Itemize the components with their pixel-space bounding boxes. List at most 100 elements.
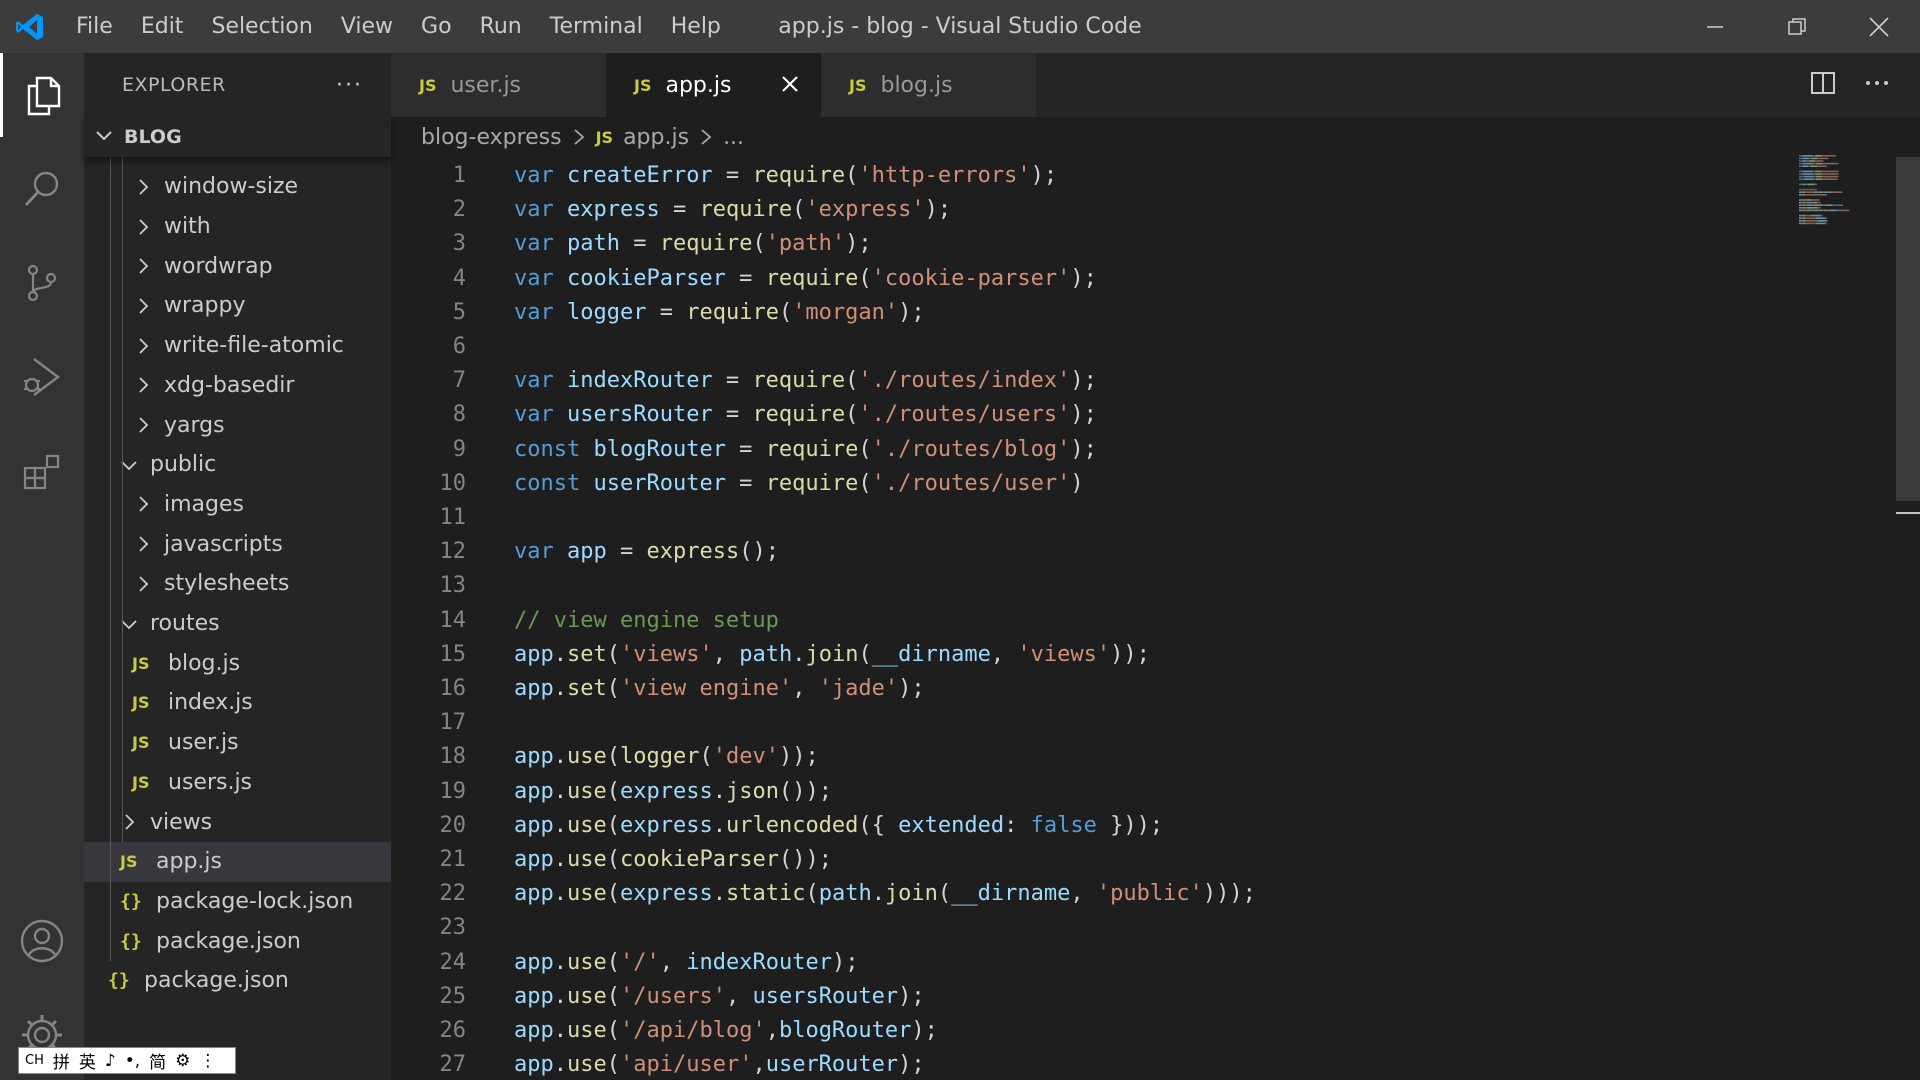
- tree-file[interactable]: JS app.js: [84, 841, 391, 882]
- tree-item-label: xdg-basedir: [164, 372, 295, 398]
- code-text: app.use(cookieParser());: [514, 847, 832, 872]
- code-line[interactable]: 19 app.use(express.json());: [391, 775, 1791, 809]
- tree-folder[interactable]: views: [84, 802, 391, 842]
- ime-more[interactable]: ⋮: [199, 1051, 216, 1071]
- explorer-sidebar: EXPLORER ··· BLOG window-size with wordwra…: [84, 53, 391, 1080]
- restore-button[interactable]: [1756, 0, 1838, 53]
- tree-folder[interactable]: write-file-atomic: [84, 326, 391, 366]
- code-line[interactable]: 13: [391, 569, 1791, 603]
- code-line[interactable]: 20 app.use(express.urlencoded({ extended:…: [391, 809, 1791, 843]
- code-line[interactable]: 17: [391, 706, 1791, 740]
- code-line[interactable]: 3 var path = require('path');: [391, 227, 1791, 261]
- close-tab-button[interactable]: [777, 71, 803, 97]
- breadcrumb-file[interactable]: app.js: [623, 125, 689, 150]
- indent-guide: [110, 157, 111, 961]
- js-file-icon: JS: [132, 733, 150, 753]
- tree-file[interactable]: {} package.json: [84, 921, 391, 961]
- menu-edit[interactable]: Edit: [127, 0, 198, 53]
- tree-folder[interactable]: with: [84, 207, 391, 247]
- menu-selection[interactable]: Selection: [197, 0, 326, 53]
- code-text: var indexRouter = require('./routes/inde…: [514, 368, 1097, 394]
- more-actions-button[interactable]: ···: [336, 73, 363, 98]
- code-line[interactable]: 26 app.use('/api/blog',blogRouter);: [391, 1014, 1791, 1048]
- source-control-button[interactable]: [0, 241, 84, 325]
- tree-folder[interactable]: public: [84, 445, 391, 485]
- code-line[interactable]: 12 var app = express();: [391, 535, 1791, 569]
- breadcrumb-folder[interactable]: blog-express: [421, 125, 562, 150]
- run-debug-button[interactable]: [0, 335, 84, 419]
- tree-folder[interactable]: routes: [84, 604, 391, 644]
- tree-folder[interactable]: wrappy: [84, 286, 391, 326]
- code-line[interactable]: 8 var usersRouter = require('./routes/use…: [391, 398, 1791, 432]
- tree-file[interactable]: {} package.json: [84, 961, 391, 1001]
- menu-view[interactable]: View: [327, 0, 407, 53]
- editor-actions: [1810, 53, 1920, 117]
- code-line[interactable]: 10 const userRouter = require('./routes/u…: [391, 467, 1791, 501]
- minimize-button[interactable]: [1674, 0, 1756, 53]
- tree-folder[interactable]: stylesheets: [84, 564, 391, 604]
- tree-file[interactable]: {} package-lock.json: [84, 882, 391, 922]
- line-number: 4: [452, 265, 466, 291]
- tree-folder[interactable]: yargs: [84, 405, 391, 445]
- ime-lang[interactable]: CH: [25, 1053, 44, 1068]
- tree-file[interactable]: JS user.js: [84, 723, 391, 763]
- breadcrumb-symbol[interactable]: ...: [723, 125, 744, 150]
- ime-punct[interactable]: •,: [125, 1051, 140, 1071]
- code-line[interactable]: 2 var express = require('express');: [391, 193, 1791, 227]
- workspace-section-header[interactable]: BLOG: [84, 117, 391, 157]
- code-line[interactable]: 27 app.use('api/user',userRouter);: [391, 1048, 1791, 1080]
- tree-folder[interactable]: xdg-basedir: [84, 366, 391, 406]
- ime-mode[interactable]: 拼: [53, 1048, 70, 1073]
- editor-more-button[interactable]: [1864, 70, 1890, 100]
- tree-folder[interactable]: wordwrap: [84, 246, 391, 286]
- accounts-button[interactable]: [0, 899, 84, 983]
- tree-item-label: javascripts: [164, 531, 283, 557]
- menu-go[interactable]: Go: [407, 0, 466, 53]
- tab-blog-js[interactable]: JS blog.js: [821, 53, 1036, 117]
- code-line[interactable]: 22 app.use(express.static(path.join(__dir…: [391, 877, 1791, 911]
- tree-folder[interactable]: window-size: [84, 167, 391, 207]
- code-line[interactable]: 1 var createError = require('http-errors'…: [391, 159, 1791, 193]
- code-line[interactable]: 14 // view engine setup: [391, 604, 1791, 638]
- ime-symbol[interactable]: ♪: [105, 1051, 116, 1071]
- tab-app-js[interactable]: JS app.js: [606, 53, 821, 117]
- tab-user-js[interactable]: JS user.js: [391, 53, 606, 117]
- tree-folder[interactable]: images: [84, 485, 391, 525]
- search-button[interactable]: [0, 147, 84, 231]
- code-line[interactable]: 15 app.set('views', path.join(__dirname, …: [391, 638, 1791, 672]
- tree-file[interactable]: JS index.js: [84, 683, 391, 723]
- ime-simplified[interactable]: 简: [149, 1048, 166, 1073]
- code-line[interactable]: 4 var cookieParser = require('cookie-pars…: [391, 262, 1791, 296]
- menu-file[interactable]: File: [60, 0, 127, 53]
- explorer-button[interactable]: [0, 53, 84, 137]
- code-line[interactable]: 9 const blogRouter = require('./routes/bl…: [391, 433, 1791, 467]
- code-line[interactable]: 11: [391, 501, 1791, 535]
- extensions-button[interactable]: [0, 429, 84, 513]
- tree-file[interactable]: JS users.js: [84, 763, 391, 803]
- scrollbar-thumb[interactable]: [1896, 157, 1920, 501]
- code-line[interactable]: 6: [391, 330, 1791, 364]
- code-text: app.use('api/user',userRouter);: [514, 1052, 925, 1078]
- minimap[interactable]: [1797, 153, 1877, 253]
- ime-toolbar: CH 拼 英 ♪ •, 简 ⚙ ⋮: [18, 1047, 236, 1074]
- code-line[interactable]: 7 var indexRouter = require('./routes/ind…: [391, 364, 1791, 398]
- ime-settings[interactable]: ⚙: [175, 1051, 190, 1071]
- source-control-icon: [27, 264, 57, 302]
- close-window-button[interactable]: [1838, 0, 1920, 53]
- chevron-right-icon: [132, 335, 154, 357]
- code-line[interactable]: 16 app.set('view engine', 'jade');: [391, 672, 1791, 706]
- code-line[interactable]: 18 app.use(logger('dev'));: [391, 740, 1791, 774]
- code-line[interactable]: 25 app.use('/users', usersRouter);: [391, 980, 1791, 1014]
- menu-run[interactable]: Run: [466, 0, 536, 53]
- split-editor-button[interactable]: [1810, 70, 1836, 100]
- tree-folder[interactable]: javascripts: [84, 524, 391, 564]
- menu-terminal[interactable]: Terminal: [536, 0, 657, 53]
- code-editor[interactable]: 1 var createError = require('http-errors'…: [391, 157, 1920, 1080]
- code-line[interactable]: 24 app.use('/', indexRouter);: [391, 946, 1791, 980]
- code-line[interactable]: 21 app.use(cookieParser());: [391, 843, 1791, 877]
- tree-file[interactable]: JS blog.js: [84, 643, 391, 683]
- code-line[interactable]: 23: [391, 911, 1791, 945]
- menu-help[interactable]: Help: [657, 0, 735, 53]
- code-line[interactable]: 5 var logger = require('morgan');: [391, 296, 1791, 330]
- ime-english[interactable]: 英: [79, 1048, 96, 1073]
